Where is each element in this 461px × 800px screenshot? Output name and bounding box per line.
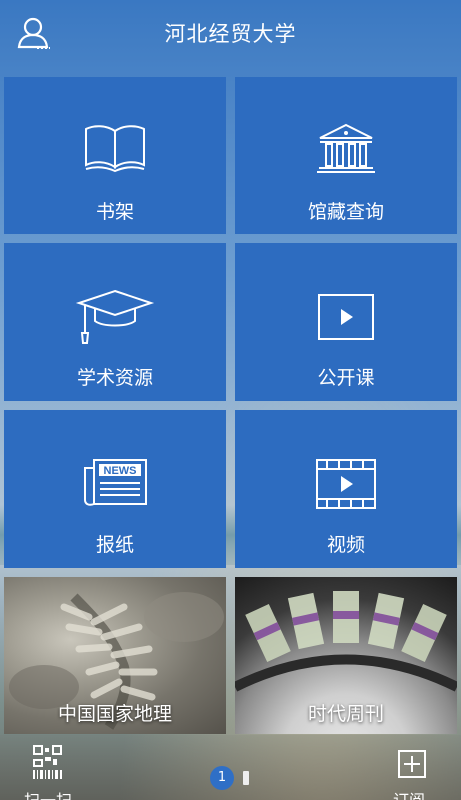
tile-label: 馆藏查询 <box>307 201 384 223</box>
tile-label: 学术资源 <box>76 367 153 389</box>
scan-label: 扫一扫 <box>24 787 72 800</box>
scan-button[interactable]: 扫一扫 <box>18 745 78 800</box>
tile-label: 报纸 <box>95 534 134 556</box>
tile-label: 视频 <box>326 534 365 556</box>
tile-bookshelf[interactable]: 书架 <box>4 77 226 234</box>
play-icon <box>318 294 374 340</box>
book-icon <box>85 125 145 173</box>
film-play-icon <box>316 459 376 509</box>
qr-barcode-icon <box>33 745 62 779</box>
page-title: 河北经贸大学 <box>164 22 297 46</box>
header: 河北经贸大学 <box>0 0 461 72</box>
tile-collection-search[interactable]: 馆藏查询 <box>235 77 457 234</box>
tile-label: 公开课 <box>317 367 375 389</box>
graduation-cap-icon <box>75 289 155 344</box>
tile-label: 书架 <box>95 201 134 223</box>
svg-text:NEWS: NEWS <box>104 465 137 477</box>
page-indicator-active[interactable]: 1 <box>210 766 234 790</box>
newspaper-icon: NEWS <box>84 459 147 506</box>
tile-academic-resources[interactable]: 学术资源 <box>4 243 226 401</box>
tile-open-course[interactable]: 公开课 <box>235 243 457 401</box>
tile-label: 时代周刊 <box>307 703 384 725</box>
tile-time-weekly[interactable]: 时代周刊 <box>235 577 457 734</box>
tile-label: 中国国家地理 <box>57 703 172 725</box>
tile-national-geographic[interactable]: 中国国家地理 <box>4 577 226 734</box>
subscribe-label: 订阅 <box>393 787 425 800</box>
tile-video[interactable]: 视频 <box>235 410 457 568</box>
subscribe-button[interactable]: 订阅 <box>385 745 445 800</box>
library-building-icon <box>317 123 375 173</box>
tile-newspaper[interactable]: NEWS 报纸 <box>4 410 226 568</box>
plus-box-icon <box>398 750 426 778</box>
page-indicator-next[interactable] <box>243 771 249 785</box>
